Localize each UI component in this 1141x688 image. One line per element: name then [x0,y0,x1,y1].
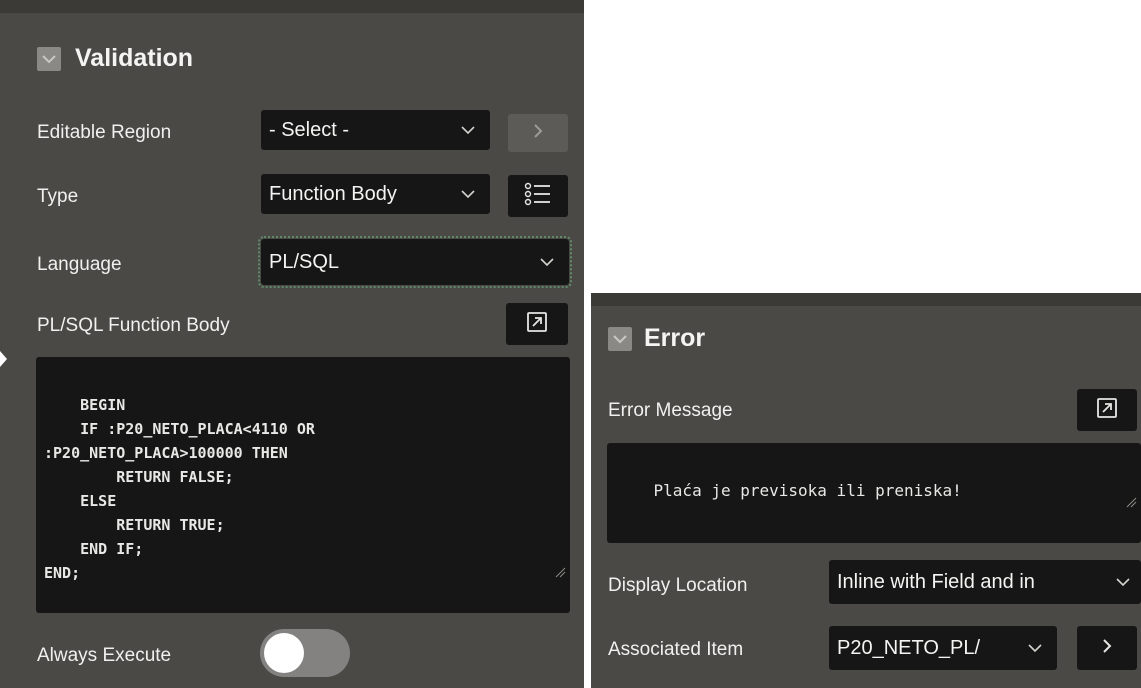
error-panel: Error Error Message Plaća je previsoka i… [591,293,1141,688]
list-icon [524,182,552,211]
expand-icon [1096,397,1118,424]
associated-item-go-button[interactable] [1077,626,1137,670]
chevron-right-icon [1102,638,1112,659]
panel-top-bar [591,293,1141,306]
chevron-down-icon [460,189,476,199]
chevron-down-icon [1115,577,1131,587]
section-title: Error [644,324,706,352]
editable-region-label: Editable Region [37,122,172,143]
function-body-label: PL/SQL Function Body [37,315,230,336]
function-body-code: BEGIN IF :P20_NETO_PLACA<4110 OR :P20_NE… [44,396,315,582]
resize-grip-icon[interactable] [1067,467,1137,539]
validation-panel: Validation Editable Region - Select - Ty… [0,0,584,688]
list-button[interactable] [508,175,568,217]
associated-item-label: Associated Item [608,639,744,660]
type-value: Function Body [269,182,397,205]
error-message-label: Error Message [608,400,733,421]
error-section-header[interactable]: Error [608,324,705,353]
type-label: Type [37,186,79,207]
validation-section-header[interactable]: Validation [37,44,193,73]
editable-region-select[interactable]: - Select - [261,110,490,150]
language-value: PL/SQL [269,250,340,273]
display-location-select[interactable]: Inline with Field and in [829,560,1141,604]
chevron-down-icon [460,125,476,135]
editable-region-go-button[interactable] [508,114,568,152]
chevron-down-icon [1027,643,1043,653]
error-message-value: Plaća je previsoka ili preniska! [653,481,962,500]
display-location-value: Inline with Field and in [837,570,1035,593]
toggle-knob [264,633,304,673]
chevron-down-icon[interactable] [608,326,632,351]
always-execute-toggle[interactable] [260,629,350,677]
editable-region-value: - Select - [269,118,350,141]
row-pointer-icon [0,351,7,367]
expand-icon [526,311,548,338]
section-title: Validation [75,44,194,72]
chevron-right-icon [533,123,543,144]
language-select[interactable]: PL/SQL [258,236,572,288]
function-body-code-editor[interactable]: BEGIN IF :P20_NETO_PLACA<4110 OR :P20_NE… [36,357,570,613]
chevron-down-icon [539,257,555,267]
always-execute-label: Always Execute [37,645,172,666]
chevron-down-icon[interactable] [37,46,61,71]
associated-item-value: P20_NETO_PL/ [837,636,981,659]
type-select[interactable]: Function Body [261,174,490,214]
resize-grip-icon[interactable] [500,537,566,609]
expand-message-button[interactable] [1077,389,1137,431]
associated-item-select[interactable]: P20_NETO_PL/ [829,626,1057,670]
language-label: Language [37,254,122,275]
expand-code-button[interactable] [506,303,568,345]
panel-top-bar [0,0,584,13]
display-location-label: Display Location [608,575,748,596]
error-message-textarea[interactable]: Plaća je previsoka ili preniska! [607,443,1141,543]
